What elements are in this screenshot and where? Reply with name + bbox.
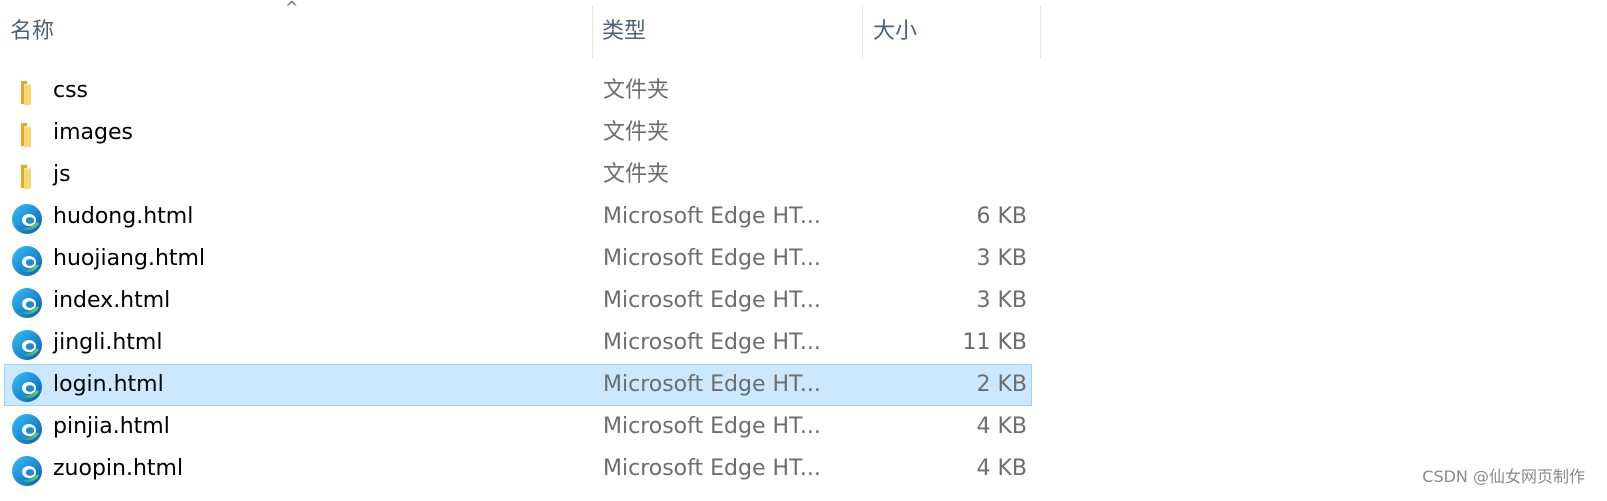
file-type: Microsoft Edge HT... (603, 372, 821, 397)
column-divider[interactable] (862, 6, 863, 58)
edge-icon (11, 413, 43, 444)
file-name: login.html (53, 372, 164, 397)
file-size: 6 KB (976, 204, 1027, 229)
file-name: zuopin.html (53, 456, 184, 481)
edge-icon (11, 455, 43, 486)
file-row[interactable]: login.html Microsoft Edge HT... 2 KB (4, 364, 1032, 406)
folder-icon (11, 119, 43, 149)
column-divider[interactable] (592, 6, 593, 58)
file-list: css 文件夹 images 文件夹 js 文件夹 hudong.html Micros… (4, 70, 1032, 490)
edge-icon (11, 287, 43, 318)
watermark: CSDN @仙女网页制作 (1422, 467, 1585, 486)
file-name: pinjia.html (53, 414, 170, 439)
file-size: 3 KB (976, 288, 1027, 313)
file-name: images (53, 120, 133, 145)
edge-icon (11, 329, 43, 360)
file-row[interactable]: pinjia.html Microsoft Edge HT... 4 KB (4, 406, 1032, 448)
file-type: Microsoft Edge HT... (603, 414, 821, 439)
edge-icon (11, 371, 43, 402)
column-header: ^ 名称 类型 大小 (0, 0, 1041, 60)
file-row[interactable]: jingli.html Microsoft Edge HT... 11 KB (4, 322, 1032, 364)
file-name: index.html (53, 288, 171, 313)
file-name: huojiang.html (53, 246, 206, 271)
file-size: 4 KB (976, 414, 1027, 439)
file-size: 3 KB (976, 246, 1027, 271)
file-row[interactable]: js 文件夹 (4, 154, 1032, 196)
folder-icon (11, 77, 43, 107)
edge-icon (11, 203, 43, 234)
column-header-size[interactable]: 大小 (873, 14, 917, 50)
column-divider[interactable] (1040, 6, 1041, 58)
file-name: css (53, 78, 89, 103)
file-type: Microsoft Edge HT... (603, 288, 821, 313)
file-name: hudong.html (53, 204, 194, 229)
sort-ascending-icon: ^ (285, 0, 299, 17)
file-type: Microsoft Edge HT... (603, 456, 821, 481)
file-name: jingli.html (53, 330, 163, 355)
edge-icon (11, 245, 43, 276)
file-type: Microsoft Edge HT... (603, 330, 821, 355)
file-size: 4 KB (976, 456, 1027, 481)
file-row[interactable]: css 文件夹 (4, 70, 1032, 112)
file-row[interactable]: hudong.html Microsoft Edge HT... 6 KB (4, 196, 1032, 238)
file-type: Microsoft Edge HT... (603, 204, 821, 229)
file-type: 文件夹 (603, 162, 670, 187)
folder-icon (11, 161, 43, 191)
column-header-name[interactable]: 名称 (10, 14, 54, 50)
file-row[interactable]: huojiang.html Microsoft Edge HT... 3 KB (4, 238, 1032, 280)
file-row[interactable]: index.html Microsoft Edge HT... 3 KB (4, 280, 1032, 322)
file-type: 文件夹 (603, 120, 670, 145)
column-header-type[interactable]: 类型 (602, 14, 646, 50)
file-type: Microsoft Edge HT... (603, 246, 821, 271)
file-name: js (53, 162, 71, 187)
file-type: 文件夹 (603, 78, 670, 103)
file-size: 11 KB (962, 330, 1027, 355)
file-size: 2 KB (976, 372, 1027, 397)
file-row[interactable]: zuopin.html Microsoft Edge HT... 4 KB (4, 448, 1032, 490)
file-row[interactable]: images 文件夹 (4, 112, 1032, 154)
